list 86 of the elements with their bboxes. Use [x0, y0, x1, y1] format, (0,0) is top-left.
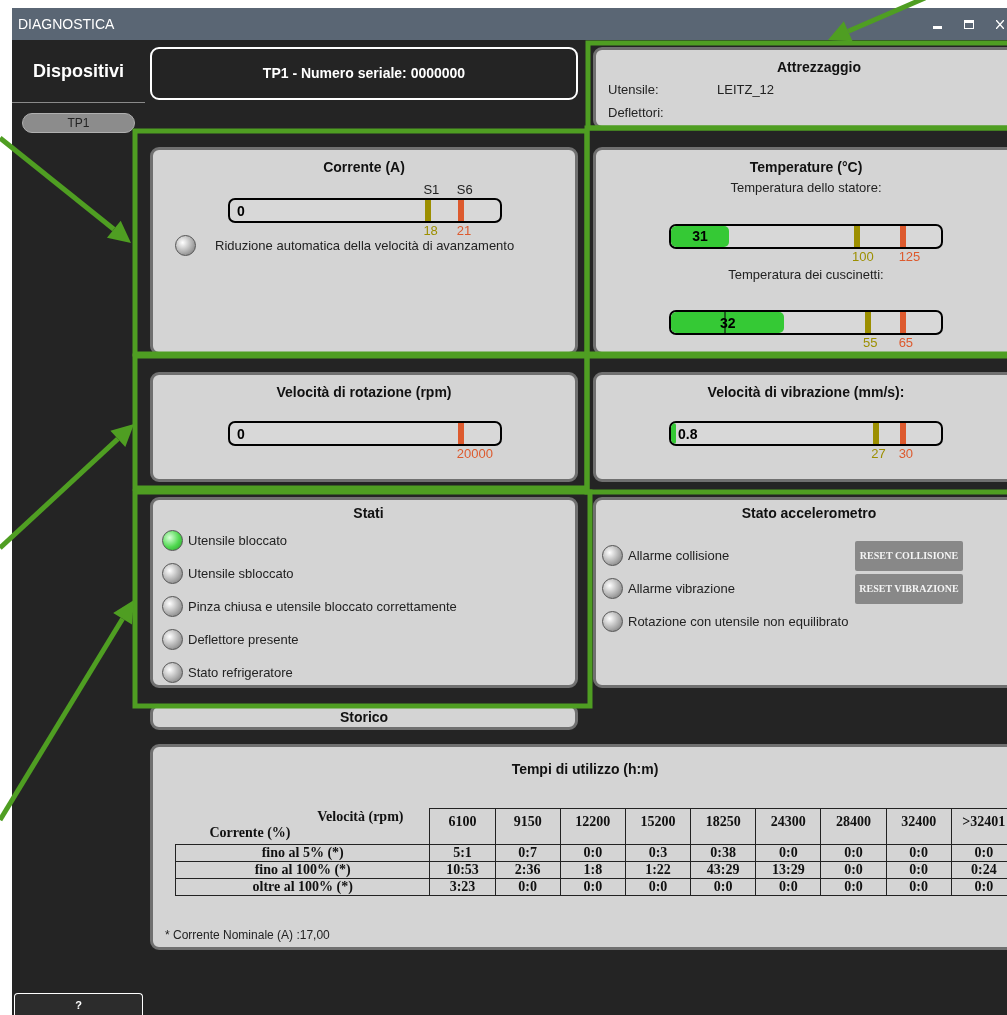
alarm-label: Rotazione con utensile non equilibrato [628, 612, 850, 631]
state-label: Utensile bloccato [188, 531, 287, 550]
threshold-label: 100 [852, 248, 874, 265]
table-cell: 1:8 [560, 861, 626, 879]
window-title: DIAGNOSTICA [18, 14, 115, 34]
panel-title: Velocità di vibrazione (mm/s): [707, 383, 905, 402]
row-axis-header: Velocità (rpm) [317, 808, 405, 825]
row-header: oltre al 100% (*) [175, 878, 430, 896]
panel-title: Stato accelerometro [740, 504, 878, 523]
threshold-name: S6 [456, 182, 473, 198]
table-cell: 0:0 [951, 878, 1007, 896]
column-header: 15200 [625, 808, 691, 845]
row-header: fino al 100% (*) [175, 861, 430, 879]
threshold-label: 27 [871, 446, 886, 462]
table-cell: 0:0 [820, 878, 887, 896]
gauge-value: 0 [237, 201, 245, 221]
row-header: fino al 5% (*) [175, 844, 430, 862]
column-header: 32400 [886, 808, 952, 845]
table-cell: 1:22 [625, 861, 691, 879]
sidebar-title: Dispositivi [33, 59, 124, 83]
table-cell: 0:0 [951, 844, 1007, 862]
panel-title: Attrezzaggio [776, 58, 862, 77]
table-cell: 0:0 [755, 844, 821, 862]
device-button[interactable]: TP1 [22, 113, 135, 133]
table-cell: 0:38 [690, 844, 756, 862]
field-label: Utensile: [608, 80, 660, 99]
table-cell: 0:24 [951, 861, 1007, 879]
column-header: 18250 [690, 808, 756, 845]
table-cell: 0:0 [495, 878, 561, 896]
footnote: * Corrente Nominale (A) :17,00 [165, 927, 331, 944]
gauge-caption: Temperatura dei cuscinetti: [728, 265, 884, 284]
table-cell: 0:0 [625, 878, 691, 896]
column-header: 24300 [755, 808, 821, 845]
panel-title: Temperature (°C) [749, 158, 863, 177]
table-cell: 0:0 [560, 878, 626, 896]
table-cell: 0:3 [625, 844, 691, 862]
panel-title: Storico [339, 707, 389, 727]
state-label: Pinza chiusa e utensile bloccato correttamente [188, 597, 457, 616]
threshold-name: S1 [423, 182, 440, 198]
threshold-label: 18 [423, 223, 438, 239]
threshold-label: 20000 [456, 446, 493, 462]
table-cell: 0:0 [886, 861, 952, 879]
column-header: 12200 [560, 808, 626, 845]
gauge-value: 0 [237, 424, 245, 444]
column-header: 9150 [495, 808, 561, 845]
state-label: Stato refrigeratore [188, 663, 293, 682]
gauge-value: 31 [691, 227, 709, 246]
table-cell: 10:53 [429, 861, 496, 879]
table-cell: 0:0 [755, 878, 821, 896]
threshold-label: 30 [898, 446, 914, 462]
threshold-label: 65 [898, 335, 914, 351]
panel-title: Velocità di rotazione (rpm) [275, 383, 453, 402]
table-cell: 0:0 [886, 844, 952, 862]
gauge-caption: Temperatura dello statore: [730, 179, 882, 197]
alarm-label: Allarme vibrazione [628, 579, 736, 598]
column-header: 28400 [820, 808, 887, 845]
table-cell: 43:29 [690, 861, 756, 879]
alarm-label: Allarme collisione [628, 546, 731, 565]
column-axis-header: Corrente (%) [208, 824, 291, 841]
table-cell: 13:29 [755, 861, 821, 879]
threshold-label: 21 [456, 223, 472, 239]
table-cell: 5:1 [429, 844, 496, 862]
state-label: Utensile sbloccato [188, 564, 294, 583]
table-cell: 0:0 [886, 878, 952, 896]
field-value: LEITZ_12 [717, 80, 775, 99]
field-label: Deflettori: [608, 103, 665, 122]
state-label: Deflettore presente [188, 630, 299, 649]
help-button[interactable]: ? [14, 993, 143, 1015]
threshold-label: 55 [863, 335, 878, 351]
indicator-label: Riduzione automatica della velocità di avanzamento [215, 236, 515, 255]
table-cell: 0:0 [690, 878, 756, 896]
table-cell: 0:7 [495, 844, 561, 862]
serial-number-label: TP1 - Numero seriale: 0000000 [262, 64, 466, 83]
gauge-value: 32 [718, 313, 737, 333]
table-cell: 0:0 [820, 844, 887, 862]
panel-title: Corrente (A) [322, 158, 406, 177]
panel-title: Stati [352, 504, 385, 523]
gauge-value: 0.8 [678, 424, 698, 444]
table-cell: 0:0 [820, 861, 887, 879]
table-cell: 2:36 [495, 861, 561, 879]
table-cell: 3:23 [429, 878, 496, 896]
table-cell: 0:0 [560, 844, 626, 862]
panel-title: Tempi di utilizzo (h:m) [510, 760, 660, 779]
column-header: 6100 [429, 808, 496, 845]
column-header: >32401 [951, 808, 1007, 845]
threshold-label: 125 [898, 248, 921, 265]
